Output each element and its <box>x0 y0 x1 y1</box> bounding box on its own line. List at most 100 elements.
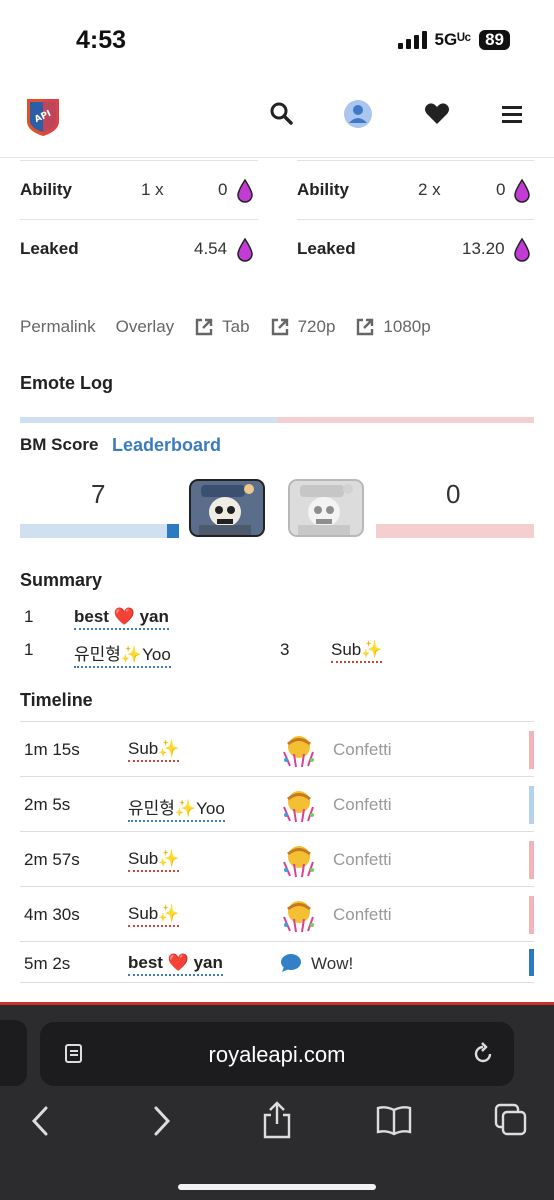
page-bottom-border <box>0 1002 554 1005</box>
status-time: 4:53 <box>76 26 127 54</box>
timeline-emote-name: Confetti <box>333 740 392 759</box>
timeline-title: Timeline <box>20 690 93 710</box>
confetti-emote-icon <box>283 846 314 878</box>
stat-row-leaked-right: Leaked 13.20 <box>297 219 534 277</box>
timeline-user[interactable]: Sub✨ <box>128 739 180 762</box>
summary-row-count: 1 <box>24 640 34 659</box>
timeline-user[interactable]: best ❤️ yan <box>128 953 223 976</box>
stat-value: 0 <box>496 179 506 199</box>
emote-log-bar-red <box>277 417 534 423</box>
timeline-user[interactable]: Sub✨ <box>128 904 180 927</box>
emote-log-bar-blue <box>20 417 277 423</box>
timeline-emote-name: Confetti <box>333 850 392 869</box>
timeline-user[interactable]: Sub✨ <box>128 849 180 872</box>
confetti-emote-icon <box>283 901 314 933</box>
720p-link-label: 720p <box>297 317 336 336</box>
timeline-row: 5m 2s best ❤️ yan Wow! <box>20 941 534 983</box>
720p-link[interactable]: 720p <box>270 317 336 337</box>
share-icon[interactable] <box>260 1100 294 1140</box>
timeline-time: 5m 2s <box>24 954 71 973</box>
external-link-icon <box>357 318 374 336</box>
tab-link-label: Tab <box>222 317 250 336</box>
elixir-drop-icon <box>514 179 530 203</box>
tab-link[interactable]: Tab <box>194 317 250 337</box>
stat-row-leaked-left: Leaked 4.54 <box>20 219 258 277</box>
timeline-time: 1m 15s <box>24 740 80 759</box>
forward-icon[interactable] <box>148 1104 174 1138</box>
timeline-row: 1m 15s Sub✨ Confetti <box>20 721 534 776</box>
1080p-link-label: 1080p <box>383 317 431 336</box>
elixir-drop-icon <box>514 238 530 262</box>
external-link-icon <box>195 318 213 336</box>
timeline-row: 2m 5s 유민형✨Yoo Confetti <box>20 776 534 831</box>
timeline-row: 2m 57s Sub✨ Confetti <box>20 831 534 886</box>
timeline-side-flag <box>529 949 534 976</box>
overlay-link[interactable]: Overlay <box>116 317 175 337</box>
timeline-time: 4m 30s <box>24 905 80 924</box>
stat-value: 4.54 <box>194 238 228 258</box>
stat-value: 13.20 <box>462 238 505 258</box>
1080p-link[interactable]: 1080p <box>355 317 431 337</box>
summary-row-player[interactable]: 유민형✨Yoo <box>74 640 171 668</box>
tabs-icon[interactable] <box>493 1102 529 1138</box>
leaderboard-link[interactable]: Leaderboard <box>112 435 221 456</box>
heart-icon[interactable] <box>423 100 451 128</box>
user-avatar-icon[interactable] <box>343 99 373 129</box>
site-navbar: API <box>0 80 554 158</box>
permalink-link[interactable]: Permalink <box>20 317 96 337</box>
summary-row-player[interactable]: best ❤️ yan <box>74 607 169 630</box>
search-icon[interactable] <box>268 100 296 128</box>
elixir-drop-icon <box>237 238 253 262</box>
bookmarks-icon[interactable] <box>375 1104 413 1136</box>
back-icon[interactable] <box>28 1104 54 1138</box>
stat-row-ability-left: Ability 1 x 0 <box>20 160 258 218</box>
timeline-side-flag <box>529 841 534 879</box>
stat-multiplier: 2 x <box>418 179 441 199</box>
url-text[interactable]: royaleapi.com <box>40 1042 514 1068</box>
bm-bar-right <box>376 524 534 538</box>
timeline-row: 4m 30s Sub✨ Confetti <box>20 886 534 941</box>
bm-score-left: 7 <box>91 479 106 509</box>
share-links: Permalink Overlay Tab 720p 1080p <box>20 312 540 342</box>
skeleton-card-icon <box>189 479 265 537</box>
network-type: 5Gᵁᶜ <box>434 30 472 49</box>
summary-row-count: 3 <box>280 640 290 659</box>
timeline-emote-name: Confetti <box>333 795 392 814</box>
status-indicators: 5Gᵁᶜ 89 <box>397 30 510 50</box>
status-bar: 4:53 5Gᵁᶜ 89 <box>0 0 554 80</box>
stat-row-ability-right: Ability 2 x 0 <box>297 160 534 218</box>
signal-icon <box>397 31 427 49</box>
summary-row-player[interactable]: Sub✨ <box>331 640 383 663</box>
timeline-side-flag <box>529 896 534 934</box>
timeline-time: 2m 57s <box>24 850 80 869</box>
skeleton-card-grey-icon <box>288 479 364 537</box>
stat-label: Leaked <box>297 238 356 258</box>
timeline-emote-name: Wow! <box>311 954 354 973</box>
timeline-side-flag <box>529 731 534 769</box>
stat-label: Ability <box>20 179 72 199</box>
timeline-time: 2m 5s <box>24 795 71 814</box>
elixir-drop-icon <box>237 179 253 203</box>
battery-icon: 89 <box>479 30 510 50</box>
stat-label: Ability <box>297 179 349 199</box>
reload-icon[interactable] <box>470 1041 496 1067</box>
confetti-emote-icon <box>283 791 314 823</box>
speech-bubble-icon <box>281 954 301 972</box>
bm-bar-left-marker <box>167 524 179 538</box>
royaleapi-logo-icon[interactable]: API <box>24 95 62 137</box>
stat-multiplier: 1 x <box>141 179 164 199</box>
summary-title: Summary <box>20 570 103 590</box>
stat-label: Leaked <box>20 238 79 258</box>
bm-score-right: 0 <box>446 479 461 509</box>
home-indicator <box>178 1184 376 1190</box>
timeline-emote-name: Confetti <box>333 905 392 924</box>
summary-row-count: 1 <box>24 607 34 626</box>
bm-score-title: BM Score <box>20 435 99 454</box>
timeline-user[interactable]: 유민형✨Yoo <box>128 794 225 822</box>
bm-bar-left <box>20 524 179 538</box>
stat-value: 0 <box>218 179 228 199</box>
external-link-icon <box>271 318 288 336</box>
address-bar[interactable]: royaleapi.com <box>40 1022 514 1086</box>
previous-tab-preview[interactable] <box>0 1020 27 1086</box>
menu-icon[interactable] <box>499 100 527 128</box>
